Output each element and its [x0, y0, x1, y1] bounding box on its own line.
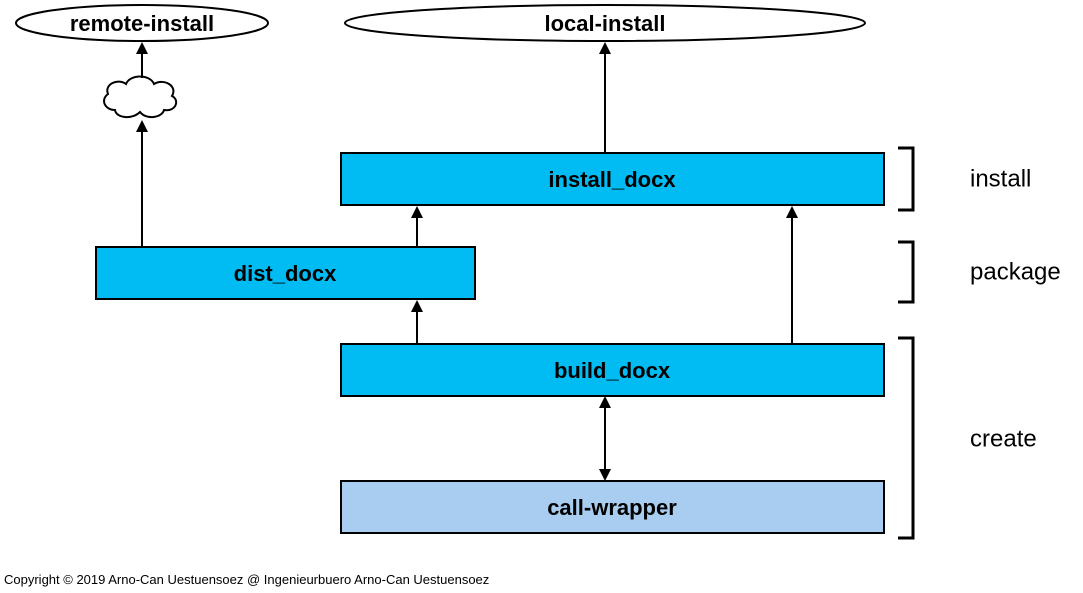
- node-install-docx: install_docx: [341, 153, 884, 205]
- node-install-docx-label: install_docx: [548, 167, 676, 192]
- phase-create-label: create: [970, 425, 1037, 452]
- node-build-docx-label: build_docx: [554, 358, 671, 383]
- arrow-dist-to-cloud: [136, 120, 148, 247]
- node-remote-install: remote-install: [16, 5, 268, 41]
- node-dist-docx-label: dist_docx: [234, 261, 337, 286]
- node-dist-docx: dist_docx: [96, 247, 475, 299]
- node-local-install-label: local-install: [544, 11, 665, 36]
- node-call-wrapper-label: call-wrapper: [547, 495, 677, 520]
- arrow-build-to-install: [786, 206, 798, 344]
- cloud-icon: [104, 77, 176, 118]
- node-local-install: local-install: [345, 5, 865, 41]
- bracket-package: package: [898, 242, 1061, 302]
- arrow-dist-to-install: [411, 206, 423, 247]
- node-call-wrapper: call-wrapper: [341, 481, 884, 533]
- arrow-build-callwrapper: [599, 396, 611, 481]
- node-remote-install-label: remote-install: [70, 11, 214, 36]
- arrow-build-to-dist: [411, 300, 423, 344]
- copyright-text: Copyright © 2019 Arno-Can Uestuensoez @ …: [4, 572, 489, 587]
- bracket-create: create: [898, 338, 1037, 538]
- phase-install-label: install: [970, 165, 1031, 192]
- phase-package-label: package: [970, 258, 1061, 285]
- arrow-install-to-local: [599, 42, 611, 153]
- bracket-install: install: [898, 148, 1031, 210]
- node-build-docx: build_docx: [341, 344, 884, 396]
- diagram-canvas: remote-install local-install install_doc…: [0, 0, 1083, 593]
- arrow-cloud-to-remote: [136, 42, 148, 78]
